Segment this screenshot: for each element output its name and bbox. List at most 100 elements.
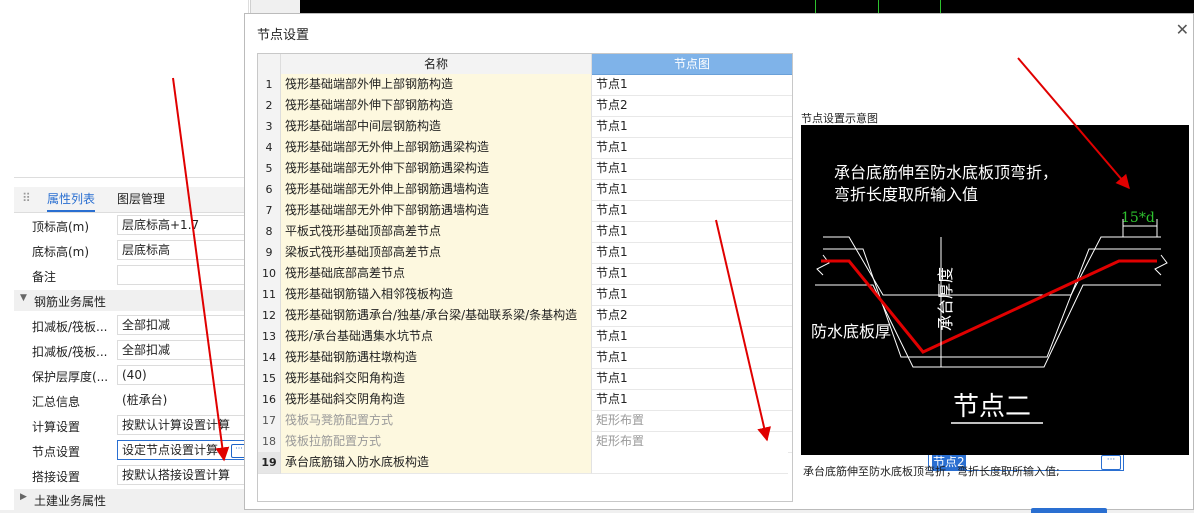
table-row[interactable]: 5 筏形基础端部无外伸下部钢筋遇梁构造 节点1: [258, 158, 792, 180]
break-symbol: [1154, 254, 1168, 276]
property-row: 计算设置 按默认计算设置计算: [14, 415, 252, 436]
ok-button[interactable]: [1031, 508, 1107, 513]
collapse-arrow-icon: ▼: [20, 293, 27, 303]
row-number: 19: [258, 452, 281, 474]
calc-setting-value[interactable]: 按默认计算设置计算: [117, 415, 252, 435]
waterproof-label: 防水底板厚: [811, 322, 891, 341]
row-number: 12: [258, 305, 281, 327]
row-node-cell[interactable]: 节点1: [592, 116, 792, 138]
grid-line: [878, 0, 879, 13]
node-setting-value[interactable]: 设定节点设置计算 ···: [117, 440, 252, 460]
tab-property-list[interactable]: 属性列表: [47, 187, 96, 212]
row-node-cell[interactable]: 节点1: [592, 74, 792, 96]
expand-arrow-icon: ▶: [20, 492, 27, 502]
table-row[interactable]: 17 筏板马凳筋配置方式 矩形布置: [258, 410, 792, 432]
table-row[interactable]: 12 筏形基础钢筋遇承台/独基/承台梁/基础联系梁/条基构造 节点2: [258, 305, 792, 327]
column-header-node[interactable]: 节点图: [592, 54, 792, 75]
close-icon[interactable]: ✕: [1176, 20, 1189, 39]
row-node-cell[interactable]: 节点1: [592, 263, 792, 285]
row-name-cell: 筏形/承台基础遇集水坑节点: [281, 326, 592, 348]
property-value-input[interactable]: [117, 265, 252, 285]
table-row[interactable]: 2 筏形基础端部外伸下部钢筋构造 节点2: [258, 95, 792, 117]
row-name-cell: 筏形基础端部外伸下部钢筋构造: [281, 95, 592, 117]
row-node-cell[interactable]: 节点1: [592, 368, 792, 390]
row-number: 5: [258, 158, 281, 180]
table-row[interactable]: 10 筏形基础底部高差节点 节点1: [258, 263, 792, 285]
property-row: 汇总信息 (桩承台): [14, 390, 252, 411]
properties-tab-bar: ⠿ 属性列表 图层管理: [14, 187, 248, 213]
row-node-cell[interactable]: 矩形布置: [592, 431, 792, 453]
row-name-cell: 筏形基础斜交阳角构造: [281, 368, 592, 390]
tab-layer-management[interactable]: 图层管理: [117, 187, 165, 212]
drawing-canvas-strip: [300, 0, 1194, 13]
row-name-cell: 梁板式筏形基础顶部高差节点: [281, 242, 592, 264]
property-value-input[interactable]: 层底标高+1.7: [117, 215, 252, 235]
row-node-cell[interactable]: 节点1: [592, 284, 792, 306]
property-row: 搭接设置 按默认搭接设置计算: [14, 465, 252, 486]
break-symbol: [816, 254, 830, 276]
row-number: 4: [258, 137, 281, 159]
table-row[interactable]: 6 筏形基础端部无外伸上部钢筋遇墙构造 节点1: [258, 179, 792, 201]
row-node-cell[interactable]: 节点1: [592, 179, 792, 201]
row-number: 7: [258, 200, 281, 222]
row-name-cell: 筏板拉筋配置方式: [281, 431, 592, 453]
property-value-input[interactable]: 全部扣减: [117, 340, 252, 360]
row-node-cell[interactable]: 节点1: [592, 347, 792, 369]
row-node-cell[interactable]: 节点2: [592, 95, 792, 117]
table-row[interactable]: 7 筏形基础端部无外伸下部钢筋遇墙构造 节点1: [258, 200, 792, 222]
section-rebar-properties[interactable]: ▼ 钢筋业务属性: [14, 290, 248, 311]
property-row: 顶标高(m) 层底标高+1.7: [14, 215, 252, 236]
table-row[interactable]: 3 筏形基础端部中间层钢筋构造 节点1: [258, 116, 792, 138]
properties-panel: ⠿ 属性列表 图层管理 顶标高(m) 层底标高+1.7 底标高(m) 层底标高 …: [0, 0, 252, 510]
row-name-cell: 筏形基础端部外伸上部钢筋构造: [281, 74, 592, 96]
table-row[interactable]: 9 梁板式筏形基础顶部高差节点 节点1: [258, 242, 792, 264]
row-node-cell[interactable]: 节点2 ···: [592, 452, 1124, 474]
property-row: 底标高(m) 层底标高: [14, 240, 252, 261]
row-number: 8: [258, 221, 281, 243]
lap-setting-value[interactable]: 按默认搭接设置计算: [117, 465, 252, 485]
diagram-caption-line1: 承台底筋伸至防水底板顶弯折，: [834, 163, 1058, 182]
node-diagram-preview: 承台底筋伸至防水底板顶弯折， 弯折长度取所输入值 15*d 承台厚度 防水底板厚…: [801, 125, 1189, 455]
property-label: 顶标高(m): [32, 220, 90, 234]
row-name-cell: 筏形基础底部高差节点: [281, 263, 592, 285]
thickness-label: 承台厚度: [936, 267, 955, 331]
property-value-input[interactable]: 层底标高: [117, 240, 252, 260]
property-label: 底标高(m): [32, 245, 90, 259]
table-row[interactable]: 8 平板式筏形基础顶部高差节点 节点1: [258, 221, 792, 243]
table-row[interactable]: 14 筏形基础钢筋遇柱墩构造 节点1: [258, 347, 792, 369]
row-number: 2: [258, 95, 281, 117]
column-header-name[interactable]: 名称: [281, 54, 592, 75]
row-node-cell[interactable]: 节点1: [592, 158, 792, 180]
row-node-cell[interactable]: 节点1: [592, 389, 792, 411]
row-number: 10: [258, 263, 281, 285]
property-value-input[interactable]: (40): [117, 365, 252, 385]
property-value-input[interactable]: 全部扣减: [117, 315, 252, 335]
table-row[interactable]: 15 筏形基础斜交阳角构造 节点1: [258, 368, 792, 390]
row-number: 11: [258, 284, 281, 306]
row-node-cell[interactable]: 节点1: [592, 242, 792, 264]
row-node-cell[interactable]: 矩形布置: [592, 410, 792, 432]
drag-grip-icon[interactable]: ⠿: [22, 191, 31, 205]
row-number: 13: [258, 326, 281, 348]
property-label: 扣减板/筏板...: [32, 345, 108, 359]
row-name-cell: 筏形基础端部无外伸上部钢筋遇墙构造: [281, 179, 592, 201]
table-row[interactable]: 11 筏形基础钢筋锚入相邻筏板构造 节点1: [258, 284, 792, 306]
row-name-cell: 承台底筋锚入防水底板构造: [281, 452, 592, 474]
table-row[interactable]: 16 筏形基础斜交阴角构造 节点1: [258, 389, 792, 411]
row-node-cell[interactable]: 节点1: [592, 221, 792, 243]
row-node-cell[interactable]: 节点1: [592, 326, 792, 348]
row-node-cell[interactable]: 节点1: [592, 137, 792, 159]
table-row[interactable]: 18 筏板拉筋配置方式 矩形布置: [258, 431, 792, 453]
section-civil-properties[interactable]: ▶ 土建业务属性: [14, 489, 248, 510]
row-number: 1: [258, 74, 281, 96]
table-row[interactable]: 13 筏形/承台基础遇集水坑节点 节点1: [258, 326, 792, 348]
row-node-cell[interactable]: 节点2: [592, 305, 792, 327]
table-row[interactable]: 4 筏形基础端部无外伸上部钢筋遇梁构造 节点1: [258, 137, 792, 159]
table-row[interactable]: 19 承台底筋锚入防水底板构造 节点2 ···: [258, 452, 1124, 474]
header-corner: [258, 54, 281, 75]
ellipsis-button[interactable]: ···: [1101, 455, 1121, 470]
row-node-cell[interactable]: 节点1: [592, 200, 792, 222]
table-row[interactable]: 1 筏形基础端部外伸上部钢筋构造 节点1: [258, 74, 792, 96]
property-label: 扣减板/筏板...: [32, 320, 108, 334]
row-number: 16: [258, 389, 281, 411]
